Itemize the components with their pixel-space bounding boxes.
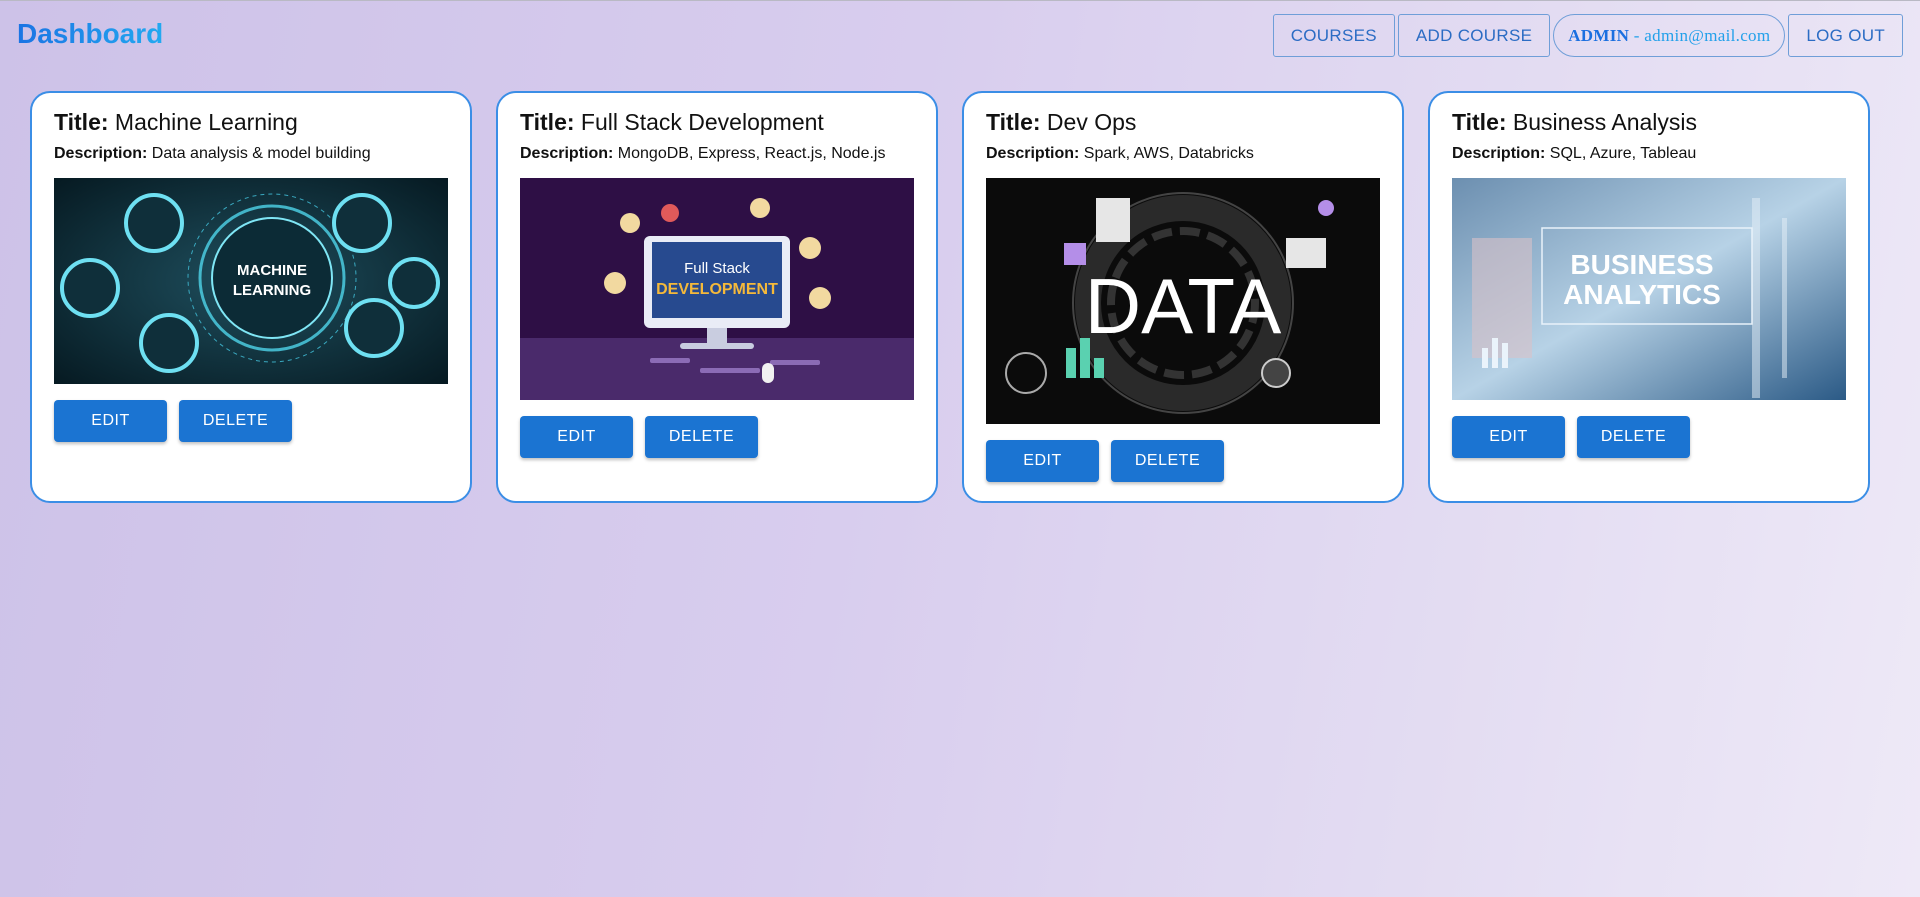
course-description: Description: MongoDB, Express, React.js,… — [520, 145, 914, 163]
description-label: Description: — [54, 145, 148, 162]
add-course-button[interactable]: ADD COURSE — [1397, 14, 1551, 57]
course-title-value: Machine Learning — [114, 109, 298, 135]
course-card: Title: Dev Ops Description: Spark, AWS, … — [962, 91, 1404, 503]
title-label: Title: — [54, 109, 109, 135]
course-description-value: Data analysis & model building — [151, 145, 371, 162]
edit-button[interactable]: EDIT — [1452, 416, 1565, 458]
course-description: Description: SQL, Azure, Tableau — [1452, 145, 1846, 163]
user-email: admin@mail.com — [1644, 25, 1771, 45]
ml-image-text-2: LEARNING — [233, 282, 311, 299]
course-title: Title: Full Stack Development — [520, 109, 914, 136]
user-role: ADMIN — [1568, 25, 1630, 45]
top-bar: Dashboard COURSES ADD COURSE ADMIN - adm… — [0, 1, 1920, 71]
fs-image-text-2: DEVELOPMENT — [656, 281, 778, 298]
ba-image-text-1: BUSINESS — [1570, 249, 1713, 280]
course-image-machine-learning: MACHINE LEARNING — [54, 178, 448, 384]
course-card: Title: Full Stack Development Descriptio… — [496, 91, 938, 503]
description-label: Description: — [1452, 145, 1546, 162]
course-title-value: Business Analysis — [1512, 109, 1698, 135]
course-card: Title: Machine Learning Description: Dat… — [30, 91, 472, 503]
course-image-full-stack: Full Stack DEVELOPMENT — [520, 178, 914, 400]
edit-button[interactable]: EDIT — [520, 416, 633, 458]
course-title: Title: Business Analysis — [1452, 109, 1846, 136]
course-card: Title: Business Analysis Description: SQ… — [1428, 91, 1870, 503]
course-title-value: Full Stack Development — [580, 109, 824, 135]
edit-button[interactable]: EDIT — [986, 440, 1099, 482]
course-description-value: MongoDB, Express, React.js, Node.js — [617, 145, 886, 162]
fs-image-text-1: Full Stack — [684, 260, 750, 277]
course-cards: Title: Machine Learning Description: Dat… — [30, 91, 1870, 503]
ba-image-text-2: ANALYTICS — [1563, 279, 1721, 310]
courses-button[interactable]: COURSES — [1272, 14, 1395, 57]
description-label: Description: — [520, 145, 614, 162]
course-title: Title: Machine Learning — [54, 109, 448, 136]
user-badge[interactable]: ADMIN - admin@mail.com — [1553, 14, 1786, 57]
course-description: Description: Spark, AWS, Databricks — [986, 145, 1380, 163]
ml-image-text-1: MACHINE — [237, 262, 307, 279]
course-image-business-analysis: BUSINESS ANALYTICS — [1452, 178, 1846, 400]
course-description: Description: Data analysis & model build… — [54, 145, 448, 163]
course-title: Title: Dev Ops — [986, 109, 1380, 136]
title-label: Title: — [1452, 109, 1507, 135]
card-actions: EDIT DELETE — [986, 440, 1380, 482]
title-label: Title: — [986, 109, 1041, 135]
description-label: Description: — [986, 145, 1080, 162]
course-description-value: SQL, Azure, Tableau — [1549, 145, 1697, 162]
edit-button[interactable]: EDIT — [54, 400, 167, 442]
dashboard-title: Dashboard — [17, 18, 164, 49]
course-title-value: Dev Ops — [1046, 109, 1137, 135]
course-description-value: Spark, AWS, Databricks — [1083, 145, 1254, 162]
delete-button[interactable]: DELETE — [645, 416, 758, 458]
top-nav: COURSES ADD COURSE ADMIN - admin@mail.co… — [1272, 14, 1903, 57]
title-label: Title: — [520, 109, 575, 135]
delete-button[interactable]: DELETE — [1577, 416, 1690, 458]
card-actions: EDIT DELETE — [54, 400, 448, 442]
delete-button[interactable]: DELETE — [179, 400, 292, 442]
devops-image-text: DATA — [1085, 262, 1281, 350]
card-actions: EDIT DELETE — [1452, 416, 1846, 458]
user-separator: - — [1629, 25, 1645, 45]
course-image-dev-ops: DATA — [986, 178, 1380, 424]
delete-button[interactable]: DELETE — [1111, 440, 1224, 482]
logout-button[interactable]: LOG OUT — [1788, 14, 1903, 57]
card-actions: EDIT DELETE — [520, 416, 914, 458]
